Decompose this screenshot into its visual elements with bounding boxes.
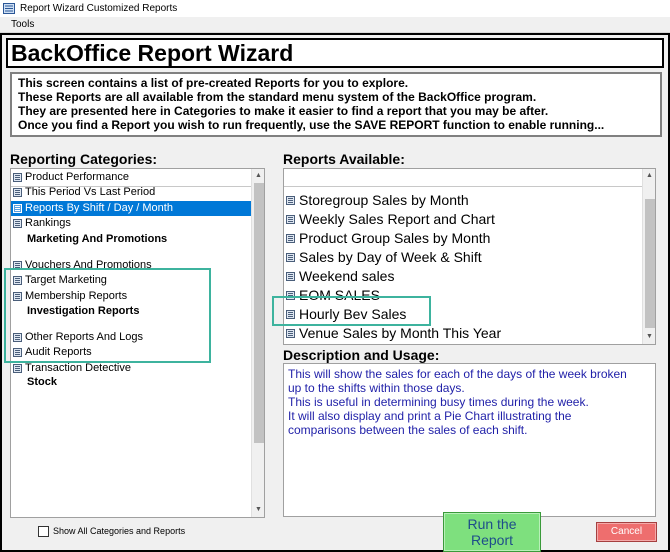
- description-line: This will show the sales for each of the…: [288, 367, 627, 381]
- category-label: Product Performance: [25, 171, 129, 183]
- report-list-icon: [13, 188, 22, 197]
- scroll-up-icon[interactable]: ▲: [643, 169, 655, 182]
- report-item[interactable]: Product Group Sales by Month: [284, 229, 642, 248]
- report-list-icon: [286, 215, 295, 224]
- sales-analysis-highlight: [4, 268, 211, 363]
- description-line: This is useful in determining busy times…: [288, 395, 589, 409]
- category-item[interactable]: Rankings: [11, 216, 251, 231]
- intro-text-box: This screen contains a list of pre-creat…: [10, 72, 662, 137]
- category-label: Rankings: [25, 217, 71, 229]
- category-label: This Period Vs Last Period: [25, 186, 156, 198]
- description-label: Description and Usage:: [283, 347, 440, 363]
- report-label: Weekly Sales Report and Chart: [299, 211, 495, 227]
- report-list-icon: [286, 253, 295, 262]
- report-list-icon: [286, 329, 295, 338]
- wizard-frame: BackOffice Report Wizard This screen con…: [0, 33, 670, 552]
- report-list-icon: [286, 196, 295, 205]
- category-group-header[interactable]: Stock: [11, 375, 251, 390]
- category-item[interactable]: This Period Vs Last Period: [11, 185, 251, 200]
- report-list-icon: [13, 204, 22, 213]
- description-line: comparisons between the sales of each sh…: [288, 423, 528, 437]
- report-label: Product Group Sales by Month: [299, 230, 491, 246]
- description-box: This will show the sales for each of the…: [283, 363, 656, 517]
- report-list-icon: [13, 364, 22, 373]
- reports-search-input[interactable]: [284, 169, 642, 187]
- report-label: Venue Sales by Month This Year: [299, 325, 502, 341]
- intro-line: This screen contains a list of pre-creat…: [18, 76, 409, 90]
- scrollbar-thumb[interactable]: [645, 199, 655, 328]
- show-all-label: Show All Categories and Reports: [53, 526, 186, 536]
- category-item[interactable]: Transaction Detective: [11, 361, 251, 376]
- categories-scrollbar[interactable]: ▲ ▼: [251, 169, 264, 517]
- hourly-bev-highlight: [272, 296, 431, 326]
- report-item[interactable]: Storegroup Sales by Month: [284, 191, 642, 210]
- categories-label: Reporting Categories:: [10, 151, 158, 167]
- report-list-icon: [13, 219, 22, 228]
- run-report-label-line1: Run the: [467, 516, 517, 532]
- report-label: Sales by Day of Week & Shift: [299, 249, 482, 265]
- report-label: Storegroup Sales by Month: [299, 192, 469, 208]
- cancel-button[interactable]: Cancel: [596, 522, 657, 542]
- category-item[interactable]: Reports By Shift / Day / Month: [11, 201, 251, 216]
- scroll-down-icon[interactable]: ▼: [643, 330, 655, 343]
- page-title: BackOffice Report Wizard: [6, 38, 664, 68]
- intro-line: Once you find a Report you wish to run f…: [18, 118, 605, 132]
- run-report-button[interactable]: Run the Report: [443, 512, 541, 552]
- scrollbar-thumb[interactable]: [254, 183, 264, 443]
- reports-scrollbar[interactable]: ▲ ▼: [642, 169, 655, 344]
- show-all-checkbox[interactable]: [38, 526, 49, 537]
- scroll-up-icon[interactable]: ▲: [252, 169, 264, 182]
- report-list-icon: [286, 234, 295, 243]
- report-item[interactable]: Weekly Sales Report and Chart: [284, 210, 642, 229]
- title-bar: Report Wizard Customized Reports: [0, 0, 670, 17]
- category-label: Marketing And Promotions: [27, 233, 168, 245]
- intro-line: They are presented here in Categories to…: [18, 104, 549, 118]
- report-item[interactable]: Sales by Day of Week & Shift: [284, 248, 642, 267]
- category-label: Reports By Shift / Day / Month: [25, 202, 173, 214]
- report-list-icon: [13, 173, 22, 182]
- intro-line: These Reports are all available from the…: [18, 90, 537, 104]
- category-label: Transaction Detective: [25, 362, 131, 374]
- category-group-header[interactable]: Marketing And Promotions: [11, 232, 251, 247]
- report-item[interactable]: Weekend sales: [284, 267, 642, 286]
- report-list-icon: [286, 272, 295, 281]
- menu-bar: Tools: [0, 17, 670, 33]
- menu-tools[interactable]: Tools: [11, 17, 34, 33]
- report-label: Weekend sales: [299, 268, 395, 284]
- report-item[interactable]: Venue Sales by Month This Year: [284, 324, 642, 343]
- description-line: up to the shifts within those days.: [288, 381, 465, 395]
- description-line: It will also display and print a Pie Cha…: [288, 409, 572, 423]
- app-icon: [3, 3, 15, 14]
- category-item[interactable]: Product Performance: [11, 170, 251, 185]
- scroll-down-icon[interactable]: ▼: [252, 503, 264, 516]
- reports-label: Reports Available:: [283, 151, 405, 167]
- category-label: Stock: [27, 376, 57, 388]
- window-title: Report Wizard Customized Reports: [20, 3, 178, 14]
- run-report-label-line2: Report: [470, 532, 514, 548]
